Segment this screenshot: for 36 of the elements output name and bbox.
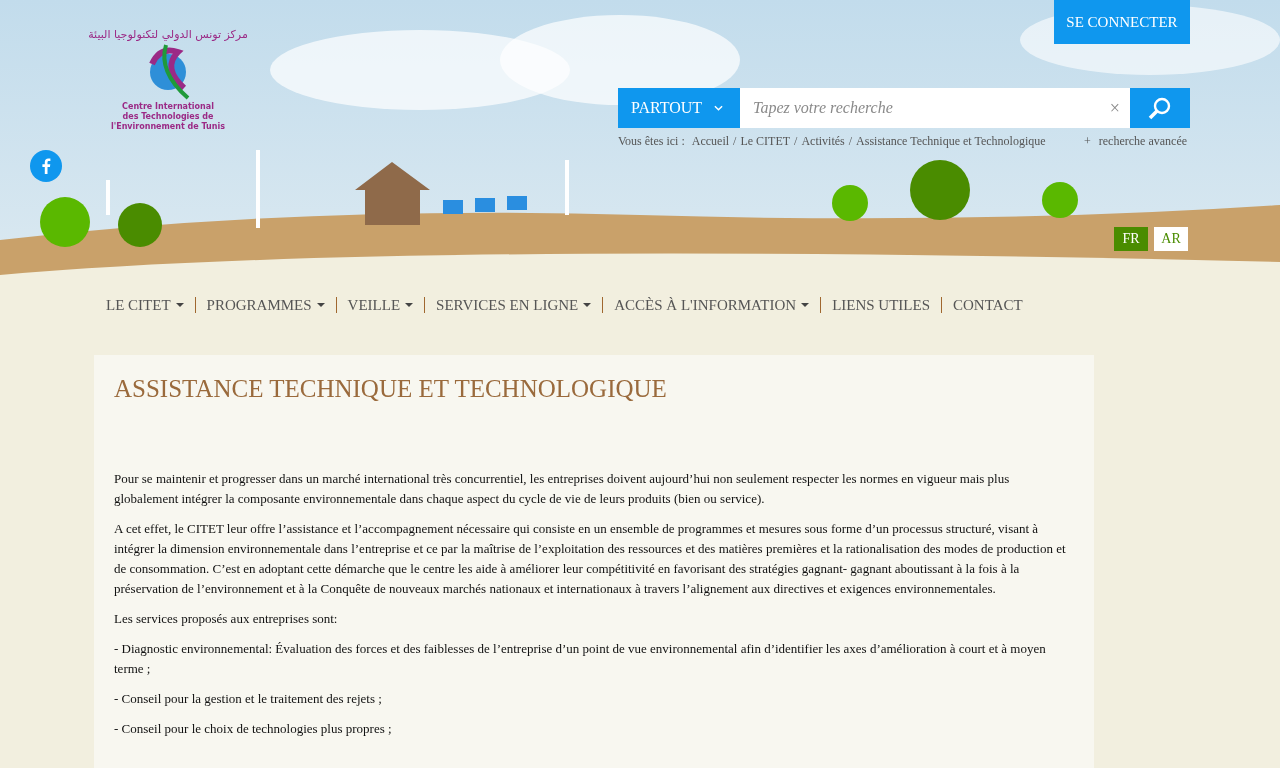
breadcrumb-link[interactable]: Le CITET	[740, 134, 791, 149]
breadcrumb-link[interactable]: Assistance Technique et Technologique	[856, 134, 1046, 149]
breadcrumb-link[interactable]: Activités	[801, 134, 845, 149]
breadcrumb-separator: /	[848, 134, 853, 149]
breadcrumb-label: Vous êtes ici :	[618, 134, 685, 149]
logo-text: Centre International	[122, 102, 214, 112]
paragraph: - Diagnostic environnemental: Évaluation des forces et des faiblesses de l’entreprise d’un point de vue environnemental afin d’identifier les axes d’amélioration à court et à moyen terme ;	[114, 640, 1047, 678]
breadcrumb-link[interactable]: Accueil	[691, 134, 730, 149]
nav-menu-item[interactable]: LIENS UTILES	[832, 296, 931, 314]
logo-arabic-text: مركز تونس الدولي لتكنولوجيا البيئة	[88, 28, 248, 42]
facebook-icon[interactable]	[30, 150, 62, 182]
logo-text: des Technologies de l'Environnement de Tunis	[109, 112, 226, 132]
nav-menu-item[interactable]: ACCÈS À L'INFORMATION	[614, 296, 810, 314]
scope-dropdown[interactable]: PARTOUT	[618, 88, 740, 128]
login-button[interactable]: SE CONNECTER	[1054, 0, 1190, 44]
language-button[interactable]: FR	[1114, 227, 1148, 251]
paragraph: - Conseil pour le choix de technologies plus propres ;	[114, 720, 393, 738]
search-icon	[1147, 95, 1173, 121]
paragraph: A cet effet, le CITET leur offre l’assistance et l’accompagnement nécessaire qui consiste en un ensemble de programmes et mesures sous forme d’un processus structuré, visant à intégrer la dimension environnementale dans l’entreprise et ce par la maîtrise de l’exploitation des ressources et des matières premières et la rationalisation des modes de production et de consommation. C’est en adoptant cette démarche que le centre les aide à améliorer leur compétitivité en favorisant des stratégies gagnant- gagnant aboutissant à la fois à la préservation de l’environnement et à la Conquête de nouveaux marchés nationaux et internationaux à travers l’alignement aux directives et exigences environnementales.	[114, 520, 1067, 598]
chevron-down-icon	[714, 105, 724, 111]
nav-menu-item[interactable]: LE CITET	[106, 296, 184, 314]
clear-button[interactable]: ×	[1105, 97, 1124, 119]
search-button[interactable]	[1130, 88, 1190, 128]
paragraph: Pour se maintenir et progresser dans un marché international très concurrentiel, les entreprises doivent aujourd’hui non seulement respecter les normes en vigueur mais plus globalement intégrer la composante environnementale dans chaque aspect du cycle de vie de leurs produits (bien ou service).	[114, 470, 1011, 508]
paragraph: - Conseil pour la gestion et le traitement des rejets ;	[114, 690, 383, 708]
nav-menu-item[interactable]: PROGRAMMES	[206, 296, 325, 314]
search-field[interactable]: Tapez votre recherche ×	[740, 88, 1130, 128]
page-title: ASSISTANCE TECHNIQUE ET TECHNOLOGIQUE	[114, 375, 668, 403]
nav-menu-item[interactable]: VEILLE	[347, 296, 414, 314]
nav-menu-item[interactable]: CONTACT	[953, 296, 1023, 314]
breadcrumb-separator: /	[794, 134, 798, 149]
paragraph: Les services proposés aux entreprises sont:	[114, 610, 339, 628]
breadcrumb-separator: /	[733, 134, 737, 149]
language-button[interactable]: AR	[1154, 227, 1188, 251]
nav-menu-item[interactable]: SERVICES EN LIGNE	[436, 296, 592, 314]
advanced-search-link[interactable]: + recherche avancée	[1084, 134, 1188, 149]
